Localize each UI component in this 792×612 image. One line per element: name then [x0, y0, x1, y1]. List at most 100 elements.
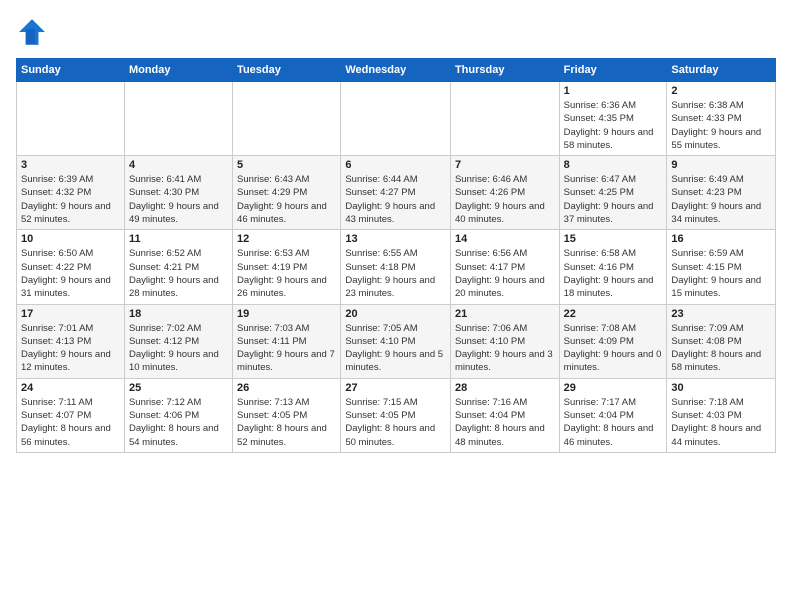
calendar-cell: 21 Sunrise: 7:06 AM Sunset: 4:10 PM Dayli… — [450, 304, 559, 378]
day-info: Sunrise: 6:44 AM Sunset: 4:27 PM Dayligh… — [345, 173, 446, 226]
calendar-cell: 25 Sunrise: 7:12 AM Sunset: 4:06 PM Dayli… — [124, 378, 232, 452]
calendar-week-5: 24 Sunrise: 7:11 AM Sunset: 4:07 PM Dayli… — [17, 378, 776, 452]
day-number: 22 — [564, 308, 663, 320]
page: SundayMondayTuesdayWednesdayThursdayFrid… — [0, 0, 792, 612]
calendar-cell: 15Sunrise: 6:58 AM Sunset: 4:16 PM Dayli… — [559, 230, 667, 304]
calendar-cell: 17 Sunrise: 7:01 AM Sunset: 4:13 PM Dayli… — [17, 304, 125, 378]
calendar-cell: 5 Sunrise: 6:43 AM Sunset: 4:29 PM Daylig… — [233, 156, 341, 230]
day-info: Sunrise: 7:06 AM Sunset: 4:10 PM Dayligh… — [455, 322, 555, 375]
day-info: Sunrise: 7:08 AM Sunset: 4:09 PM Dayligh… — [564, 322, 663, 375]
day-info: Sunrise: 7:01 AM Sunset: 4:13 PM Dayligh… — [21, 322, 120, 375]
calendar-cell: 10 Sunrise: 6:50 AM Sunset: 4:22 PM Dayli… — [17, 230, 125, 304]
calendar-cell: 14 Sunrise: 6:56 AM Sunset: 4:17 PM Dayli… — [450, 230, 559, 304]
calendar-cell — [233, 82, 341, 156]
calendar-cell: 11 Sunrise: 6:52 AM Sunset: 4:21 PM Dayli… — [124, 230, 232, 304]
day-number: 6 — [345, 159, 446, 171]
day-number: 4 — [129, 159, 228, 171]
day-info: Sunrise: 6:46 AM Sunset: 4:26 PM Dayligh… — [455, 173, 555, 226]
header — [16, 16, 776, 48]
calendar-cell: 8 Sunrise: 6:47 AM Sunset: 4:25 PM Daylig… — [559, 156, 667, 230]
day-header-saturday: Saturday — [667, 59, 776, 82]
day-number: 13 — [345, 233, 446, 245]
calendar-cell: 18 Sunrise: 7:02 AM Sunset: 4:12 PM Dayli… — [124, 304, 232, 378]
day-info: Sunrise: 6:59 AM Sunset: 4:15 PM Dayligh… — [671, 247, 771, 300]
day-info: Sunrise: 7:03 AM Sunset: 4:11 PM Dayligh… — [237, 322, 336, 375]
day-info: Sunrise: 7:02 AM Sunset: 4:12 PM Dayligh… — [129, 322, 228, 375]
calendar-cell: 9 Sunrise: 6:49 AM Sunset: 4:23 PM Daylig… — [667, 156, 776, 230]
day-number: 3 — [21, 159, 120, 171]
logo-icon — [16, 16, 48, 48]
day-info: Sunrise: 6:49 AM Sunset: 4:23 PM Dayligh… — [671, 173, 771, 226]
calendar-week-1: 1 Sunrise: 6:36 AM Sunset: 4:35 PM Daylig… — [17, 82, 776, 156]
calendar-cell — [450, 82, 559, 156]
day-header-sunday: Sunday — [17, 59, 125, 82]
day-number: 30 — [671, 382, 771, 394]
calendar-cell: 7Sunrise: 6:46 AM Sunset: 4:26 PM Daylig… — [450, 156, 559, 230]
day-number: 28 — [455, 382, 555, 394]
day-info: Sunrise: 6:52 AM Sunset: 4:21 PM Dayligh… — [129, 247, 228, 300]
calendar-cell: 28Sunrise: 7:16 AM Sunset: 4:04 PM Dayli… — [450, 378, 559, 452]
day-number: 27 — [345, 382, 446, 394]
calendar-cell: 20 Sunrise: 7:05 AM Sunset: 4:10 PM Dayli… — [341, 304, 451, 378]
calendar-cell: 1 Sunrise: 6:36 AM Sunset: 4:35 PM Daylig… — [559, 82, 667, 156]
calendar-cell — [341, 82, 451, 156]
day-header-tuesday: Tuesday — [233, 59, 341, 82]
calendar-week-4: 17 Sunrise: 7:01 AM Sunset: 4:13 PM Dayli… — [17, 304, 776, 378]
day-number: 20 — [345, 308, 446, 320]
day-number: 24 — [21, 382, 120, 394]
day-info: Sunrise: 6:41 AM Sunset: 4:30 PM Dayligh… — [129, 173, 228, 226]
calendar: SundayMondayTuesdayWednesdayThursdayFrid… — [16, 58, 776, 453]
day-info: Sunrise: 6:39 AM Sunset: 4:32 PM Dayligh… — [21, 173, 120, 226]
day-number: 26 — [237, 382, 336, 394]
day-info: Sunrise: 7:17 AM Sunset: 4:04 PM Dayligh… — [564, 396, 663, 449]
day-number: 16 — [671, 233, 771, 245]
logo — [16, 16, 52, 48]
calendar-cell: 24 Sunrise: 7:11 AM Sunset: 4:07 PM Dayli… — [17, 378, 125, 452]
calendar-cell: 22 Sunrise: 7:08 AM Sunset: 4:09 PM Dayli… — [559, 304, 667, 378]
calendar-cell: 29 Sunrise: 7:17 AM Sunset: 4:04 PM Dayli… — [559, 378, 667, 452]
day-number: 19 — [237, 308, 336, 320]
day-info: Sunrise: 7:18 AM Sunset: 4:03 PM Dayligh… — [671, 396, 771, 449]
calendar-cell: 19 Sunrise: 7:03 AM Sunset: 4:11 PM Dayli… — [233, 304, 341, 378]
day-info: Sunrise: 6:50 AM Sunset: 4:22 PM Dayligh… — [21, 247, 120, 300]
day-info: Sunrise: 7:05 AM Sunset: 4:10 PM Dayligh… — [345, 322, 446, 375]
day-number: 5 — [237, 159, 336, 171]
day-header-thursday: Thursday — [450, 59, 559, 82]
day-info: Sunrise: 7:15 AM Sunset: 4:05 PM Dayligh… — [345, 396, 446, 449]
day-info: Sunrise: 6:43 AM Sunset: 4:29 PM Dayligh… — [237, 173, 336, 226]
day-number: 9 — [671, 159, 771, 171]
day-info: Sunrise: 6:36 AM Sunset: 4:35 PM Dayligh… — [564, 99, 663, 152]
day-info: Sunrise: 6:55 AM Sunset: 4:18 PM Dayligh… — [345, 247, 446, 300]
day-number: 21 — [455, 308, 555, 320]
day-number: 14 — [455, 233, 555, 245]
day-header-friday: Friday — [559, 59, 667, 82]
day-number: 8 — [564, 159, 663, 171]
day-number: 10 — [21, 233, 120, 245]
calendar-cell: 4 Sunrise: 6:41 AM Sunset: 4:30 PM Daylig… — [124, 156, 232, 230]
day-info: Sunrise: 7:13 AM Sunset: 4:05 PM Dayligh… — [237, 396, 336, 449]
calendar-cell: 23Sunrise: 7:09 AM Sunset: 4:08 PM Dayli… — [667, 304, 776, 378]
day-info: Sunrise: 6:58 AM Sunset: 4:16 PM Dayligh… — [564, 247, 663, 300]
calendar-cell: 27 Sunrise: 7:15 AM Sunset: 4:05 PM Dayli… — [341, 378, 451, 452]
calendar-cell — [124, 82, 232, 156]
day-info: Sunrise: 7:12 AM Sunset: 4:06 PM Dayligh… — [129, 396, 228, 449]
day-number: 11 — [129, 233, 228, 245]
day-info: Sunrise: 6:47 AM Sunset: 4:25 PM Dayligh… — [564, 173, 663, 226]
day-number: 18 — [129, 308, 228, 320]
day-info: Sunrise: 6:56 AM Sunset: 4:17 PM Dayligh… — [455, 247, 555, 300]
day-number: 1 — [564, 85, 663, 97]
calendar-week-3: 10 Sunrise: 6:50 AM Sunset: 4:22 PM Dayli… — [17, 230, 776, 304]
calendar-cell: 16 Sunrise: 6:59 AM Sunset: 4:15 PM Dayli… — [667, 230, 776, 304]
calendar-cell: 30 Sunrise: 7:18 AM Sunset: 4:03 PM Dayli… — [667, 378, 776, 452]
day-number: 25 — [129, 382, 228, 394]
calendar-cell: 12Sunrise: 6:53 AM Sunset: 4:19 PM Dayli… — [233, 230, 341, 304]
day-number: 17 — [21, 308, 120, 320]
calendar-cell: 6 Sunrise: 6:44 AM Sunset: 4:27 PM Daylig… — [341, 156, 451, 230]
calendar-week-2: 3 Sunrise: 6:39 AM Sunset: 4:32 PM Daylig… — [17, 156, 776, 230]
day-info: Sunrise: 7:11 AM Sunset: 4:07 PM Dayligh… — [21, 396, 120, 449]
day-header-wednesday: Wednesday — [341, 59, 451, 82]
calendar-cell: 13 Sunrise: 6:55 AM Sunset: 4:18 PM Dayli… — [341, 230, 451, 304]
day-number: 29 — [564, 382, 663, 394]
calendar-header-row: SundayMondayTuesdayWednesdayThursdayFrid… — [17, 59, 776, 82]
calendar-cell: 26 Sunrise: 7:13 AM Sunset: 4:05 PM Dayli… — [233, 378, 341, 452]
